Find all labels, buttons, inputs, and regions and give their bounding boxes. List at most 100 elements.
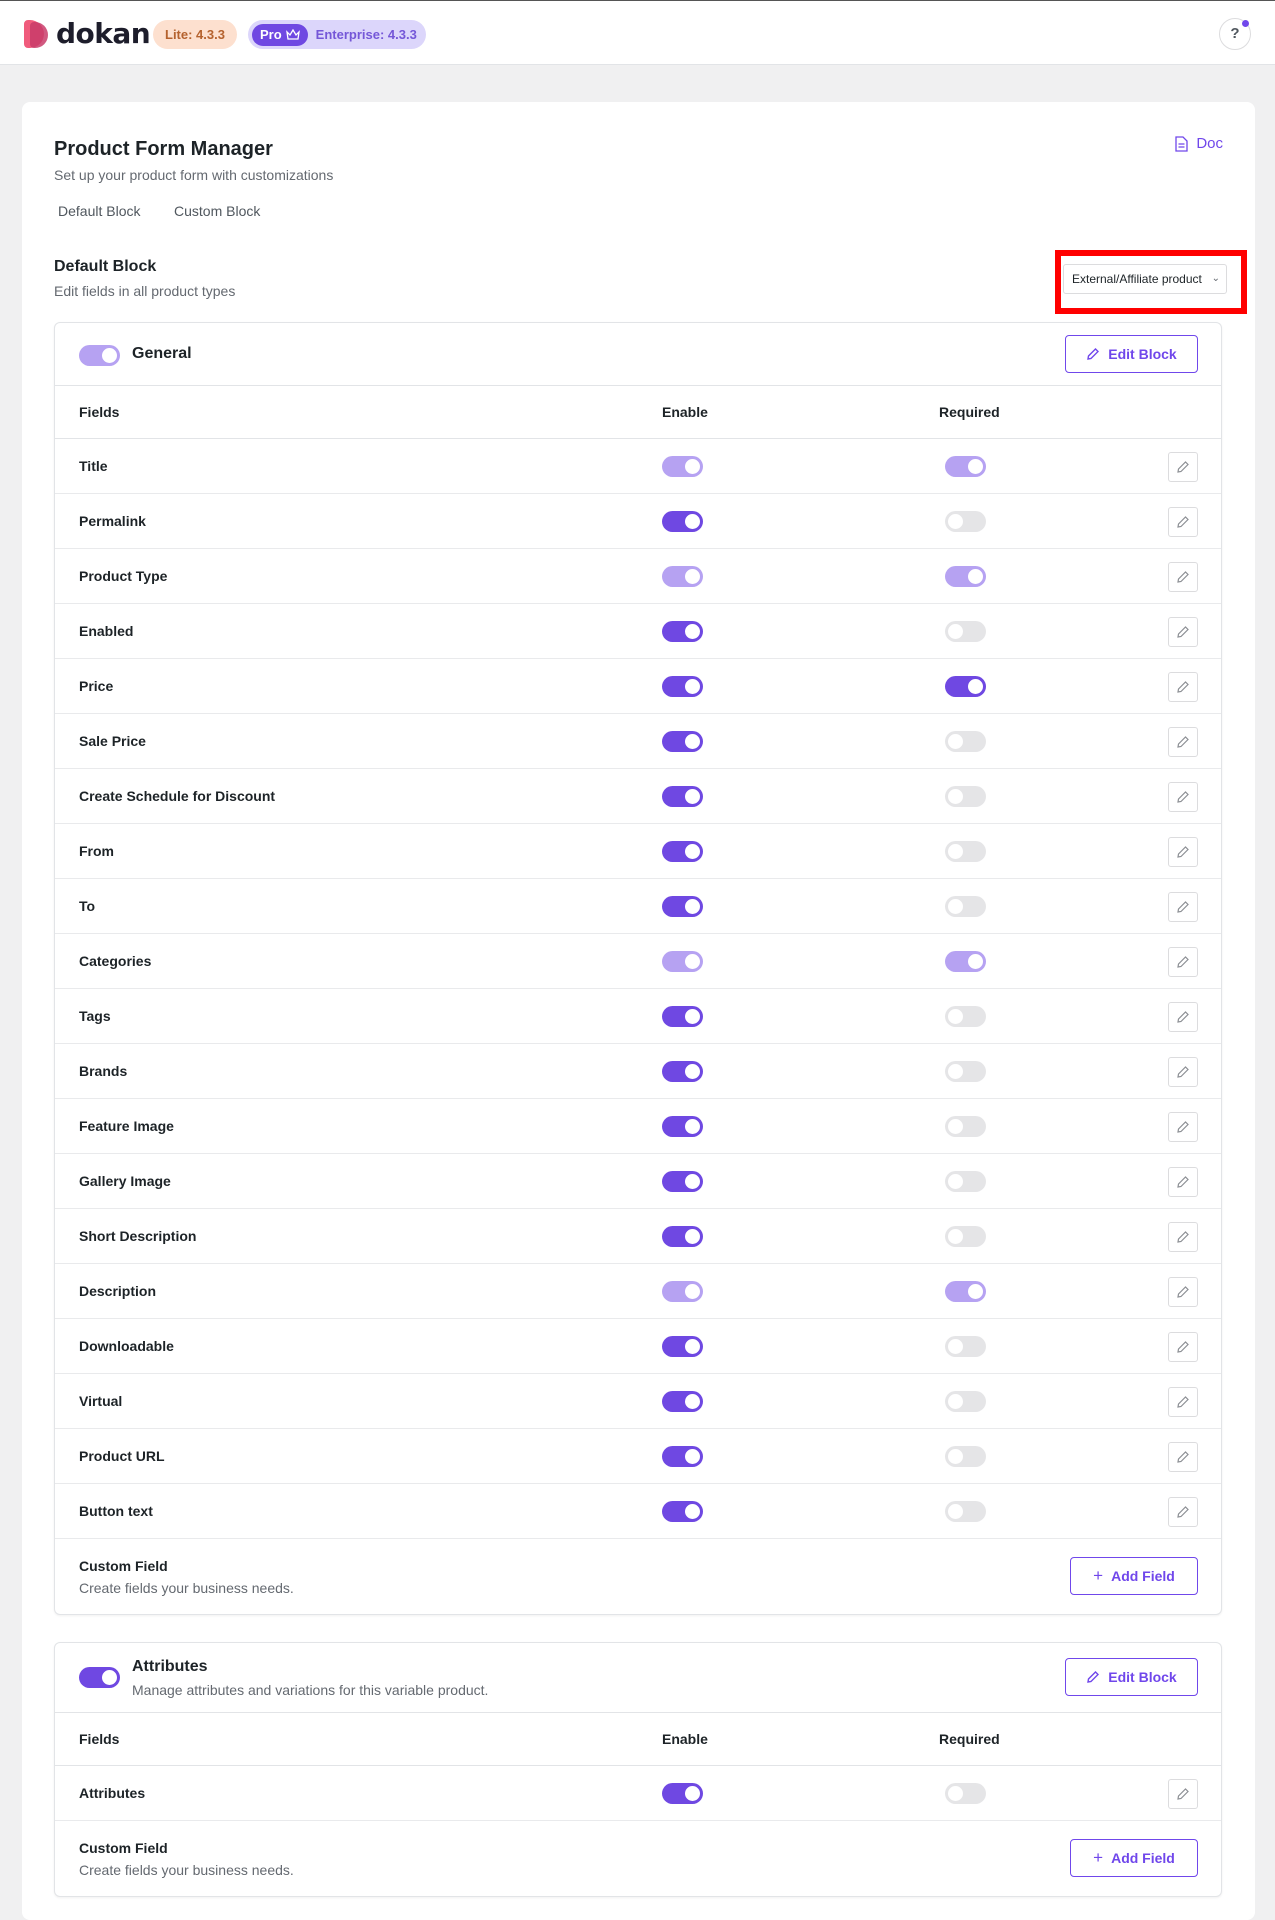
required-toggle[interactable] bbox=[945, 1116, 986, 1137]
field-label: Product URL bbox=[79, 1448, 165, 1464]
required-toggle[interactable] bbox=[945, 1171, 986, 1192]
enable-toggle[interactable] bbox=[662, 511, 703, 532]
required-toggle[interactable] bbox=[945, 1226, 986, 1247]
field-label: Description bbox=[79, 1283, 157, 1299]
enable-toggle[interactable] bbox=[662, 1226, 703, 1247]
doc-link[interactable]: Doc bbox=[1175, 135, 1223, 152]
edit-field-button[interactable] bbox=[1168, 562, 1198, 592]
enable-toggle[interactable] bbox=[662, 566, 703, 587]
help-icon: ? bbox=[1230, 25, 1240, 42]
table-row: Short Description bbox=[55, 1209, 1221, 1264]
required-toggle[interactable] bbox=[945, 786, 986, 807]
enable-toggle[interactable] bbox=[662, 841, 703, 862]
attributes-block: Attributes Manage attributes and variati… bbox=[54, 1642, 1222, 1897]
edit-field-button[interactable] bbox=[1168, 1167, 1198, 1197]
required-toggle[interactable] bbox=[945, 1783, 986, 1804]
enable-toggle[interactable] bbox=[662, 621, 703, 642]
enable-toggle[interactable] bbox=[662, 1501, 703, 1522]
enable-toggle[interactable] bbox=[662, 1783, 703, 1804]
required-toggle[interactable] bbox=[945, 621, 986, 642]
edit-field-button[interactable] bbox=[1168, 1112, 1198, 1142]
edit-field-button[interactable] bbox=[1168, 1222, 1198, 1252]
enable-toggle[interactable] bbox=[662, 951, 703, 972]
enable-toggle[interactable] bbox=[662, 456, 703, 477]
edit-field-button[interactable] bbox=[1168, 892, 1198, 922]
edit-field-button[interactable] bbox=[1168, 727, 1198, 757]
enable-toggle[interactable] bbox=[662, 676, 703, 697]
dokan-logo[interactable]: dokan bbox=[24, 17, 151, 50]
edit-field-button[interactable] bbox=[1168, 837, 1198, 867]
required-toggle[interactable] bbox=[945, 1336, 986, 1357]
table-row: Create Schedule for Discount bbox=[55, 769, 1221, 824]
required-toggle[interactable] bbox=[945, 1501, 986, 1522]
product-type-select[interactable]: External/Affiliate product ⌄ bbox=[1063, 264, 1227, 294]
required-toggle[interactable] bbox=[945, 511, 986, 532]
table-row: Gallery Image bbox=[55, 1154, 1221, 1209]
table-row: Attributes bbox=[55, 1766, 1221, 1821]
edit-field-button[interactable] bbox=[1168, 947, 1198, 977]
edit-field-button[interactable] bbox=[1168, 617, 1198, 647]
tab-default-block[interactable]: Default Block bbox=[58, 203, 140, 219]
required-toggle[interactable] bbox=[945, 676, 986, 697]
edit-field-button[interactable] bbox=[1168, 1277, 1198, 1307]
required-toggle[interactable] bbox=[945, 896, 986, 917]
field-label: Permalink bbox=[79, 513, 146, 529]
default-block-title: Default Block bbox=[54, 258, 157, 275]
required-toggle[interactable] bbox=[945, 566, 986, 587]
help-button[interactable]: ? bbox=[1219, 18, 1251, 50]
edit-field-button[interactable] bbox=[1168, 1387, 1198, 1417]
field-label: Downloadable bbox=[79, 1338, 174, 1354]
page-subtitle: Set up your product form with customizat… bbox=[54, 167, 334, 183]
pencil-icon bbox=[1177, 956, 1189, 968]
attributes-edit-block-button[interactable]: Edit Block bbox=[1065, 1658, 1198, 1696]
edit-field-button[interactable] bbox=[1168, 672, 1198, 702]
crown-icon bbox=[285, 29, 300, 40]
general-edit-block-button[interactable]: Edit Block bbox=[1065, 335, 1198, 373]
edit-field-button[interactable] bbox=[1168, 1057, 1198, 1087]
required-toggle[interactable] bbox=[945, 1391, 986, 1412]
edit-field-button[interactable] bbox=[1168, 1002, 1198, 1032]
table-row: Button text bbox=[55, 1484, 1221, 1539]
required-toggle[interactable] bbox=[945, 456, 986, 477]
required-toggle[interactable] bbox=[945, 1281, 986, 1302]
edit-field-button[interactable] bbox=[1168, 1497, 1198, 1527]
enable-toggle[interactable] bbox=[662, 786, 703, 807]
plus-icon: + bbox=[1093, 1566, 1104, 1585]
edit-field-button[interactable] bbox=[1168, 1779, 1198, 1809]
enable-toggle[interactable] bbox=[662, 731, 703, 752]
general-field-rows: Title Permalink Product Type Enabled Price Sa… bbox=[55, 439, 1221, 1539]
enable-toggle[interactable] bbox=[662, 1116, 703, 1137]
enable-toggle[interactable] bbox=[662, 1171, 703, 1192]
general-block-toggle[interactable] bbox=[79, 345, 120, 366]
table-row: Feature Image bbox=[55, 1099, 1221, 1154]
required-toggle[interactable] bbox=[945, 1061, 986, 1082]
attributes-block-header: Attributes Manage attributes and variati… bbox=[55, 1643, 1221, 1713]
required-toggle[interactable] bbox=[945, 1006, 986, 1027]
enable-toggle[interactable] bbox=[662, 1281, 703, 1302]
pencil-icon bbox=[1177, 626, 1189, 638]
general-add-field-button[interactable]: + Add Field bbox=[1070, 1557, 1198, 1595]
required-toggle[interactable] bbox=[945, 1446, 986, 1467]
enable-toggle[interactable] bbox=[662, 1446, 703, 1467]
enable-toggle[interactable] bbox=[662, 1336, 703, 1357]
custom-field-subtitle: Create fields your business needs. bbox=[79, 1580, 294, 1596]
edit-field-button[interactable] bbox=[1168, 507, 1198, 537]
enable-toggle[interactable] bbox=[662, 1061, 703, 1082]
attributes-add-field-button[interactable]: + Add Field bbox=[1070, 1839, 1198, 1877]
required-toggle[interactable] bbox=[945, 841, 986, 862]
required-toggle[interactable] bbox=[945, 951, 986, 972]
column-required: Required bbox=[939, 404, 1000, 420]
edit-field-button[interactable] bbox=[1168, 452, 1198, 482]
tab-custom-block[interactable]: Custom Block bbox=[174, 203, 260, 219]
enable-toggle[interactable] bbox=[662, 1391, 703, 1412]
field-label: From bbox=[79, 843, 114, 859]
edit-field-button[interactable] bbox=[1168, 1332, 1198, 1362]
required-toggle[interactable] bbox=[945, 731, 986, 752]
attributes-block-toggle[interactable] bbox=[79, 1667, 120, 1688]
field-label: Gallery Image bbox=[79, 1173, 171, 1189]
enable-toggle[interactable] bbox=[662, 896, 703, 917]
edit-field-button[interactable] bbox=[1168, 782, 1198, 812]
edit-field-button[interactable] bbox=[1168, 1442, 1198, 1472]
enable-toggle[interactable] bbox=[662, 1006, 703, 1027]
general-table-header: Fields Enable Required bbox=[55, 386, 1221, 439]
